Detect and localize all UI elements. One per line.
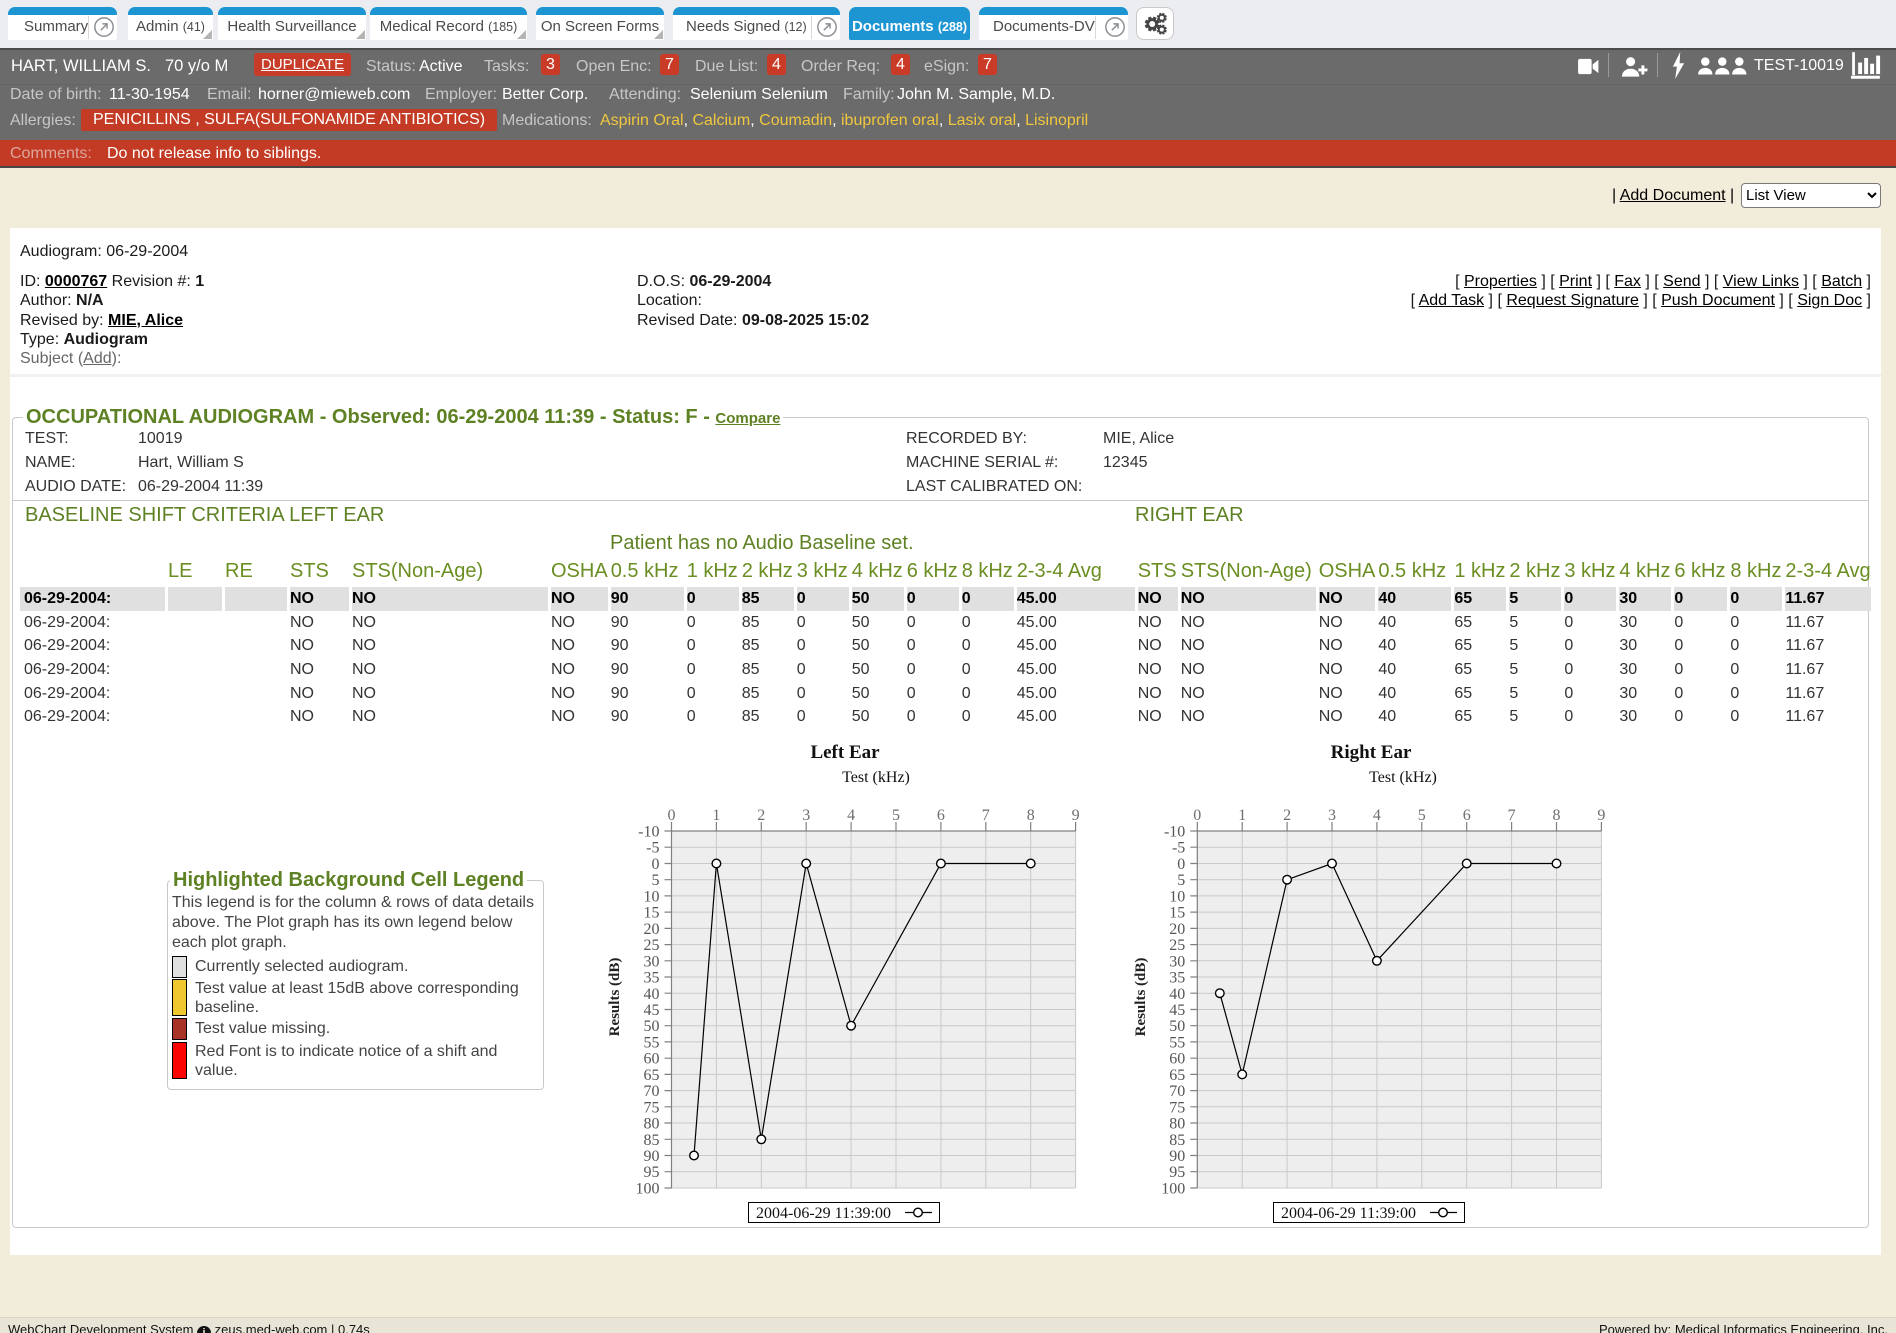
svg-text:30: 30 [1169,953,1185,970]
svg-text:80: 80 [644,1116,660,1133]
svg-text:-5: -5 [1172,840,1185,857]
svg-text:70: 70 [644,1083,660,1100]
svg-text:3: 3 [1328,807,1336,824]
svg-text:5: 5 [1418,807,1426,824]
svg-text:Results (dB): Results (dB) [607,958,623,1037]
svg-text:95: 95 [1169,1164,1185,1181]
svg-text:Left Ear: Left Ear [810,742,880,763]
svg-text:20: 20 [1169,921,1185,938]
svg-text:15: 15 [1169,905,1185,922]
svg-text:Test (kHz): Test (kHz) [1369,769,1437,786]
svg-text:Results (dB): Results (dB) [1133,958,1149,1037]
svg-text:4: 4 [847,807,855,824]
svg-text:85: 85 [644,1132,660,1149]
svg-text:7: 7 [982,807,990,824]
svg-text:-10: -10 [638,824,659,841]
svg-text:80: 80 [1169,1116,1185,1133]
svg-text:55: 55 [644,1034,660,1051]
svg-text:5: 5 [652,872,660,889]
svg-text:5: 5 [1177,872,1185,889]
svg-text:-10: -10 [1164,824,1185,841]
svg-text:9: 9 [1597,807,1605,824]
svg-text:3: 3 [802,807,810,824]
svg-text:35: 35 [1169,970,1185,987]
svg-text:-5: -5 [646,840,659,857]
svg-text:45: 45 [644,1002,660,1019]
svg-text:5: 5 [892,807,900,824]
svg-text:60: 60 [644,1051,660,1068]
svg-text:100: 100 [636,1181,660,1198]
svg-text:1: 1 [1238,807,1246,824]
svg-text:0: 0 [652,856,660,873]
svg-text:75: 75 [644,1099,660,1116]
svg-text:90: 90 [644,1148,660,1165]
svg-text:6: 6 [1463,807,1471,824]
svg-text:10: 10 [1169,888,1185,905]
svg-text:0: 0 [1193,807,1201,824]
svg-text:2: 2 [1283,807,1291,824]
svg-text:20: 20 [644,921,660,938]
svg-text:85: 85 [1169,1132,1185,1149]
svg-text:6: 6 [937,807,945,824]
svg-text:100: 100 [1161,1181,1185,1198]
svg-text:60: 60 [1169,1051,1185,1068]
svg-text:2004-06-29 11:39:00: 2004-06-29 11:39:00 [756,1205,891,1222]
svg-text:2: 2 [757,807,765,824]
svg-text:65: 65 [644,1067,660,1084]
svg-text:90: 90 [1169,1148,1185,1165]
svg-text:65: 65 [1169,1067,1185,1084]
svg-text:Test (kHz): Test (kHz) [842,769,910,786]
svg-text:8: 8 [1553,807,1561,824]
svg-text:2004-06-29 11:39:00: 2004-06-29 11:39:00 [1281,1205,1416,1222]
svg-text:50: 50 [644,1018,660,1035]
svg-text:55: 55 [1169,1034,1185,1051]
svg-text:25: 25 [1169,937,1185,954]
svg-text:95: 95 [644,1164,660,1181]
svg-text:15: 15 [644,905,660,922]
svg-text:45: 45 [1169,1002,1185,1019]
svg-text:0: 0 [668,807,676,824]
svg-text:50: 50 [1169,1018,1185,1035]
svg-text:10: 10 [644,888,660,905]
svg-text:75: 75 [1169,1099,1185,1116]
svg-text:7: 7 [1508,807,1516,824]
svg-text:30: 30 [644,953,660,970]
svg-text:40: 40 [644,986,660,1003]
svg-text:9: 9 [1072,807,1080,824]
svg-text:8: 8 [1027,807,1035,824]
svg-text:25: 25 [644,937,660,954]
svg-text:0: 0 [1177,856,1185,873]
svg-text:4: 4 [1373,807,1381,824]
svg-text:1: 1 [712,807,720,824]
svg-text:40: 40 [1169,986,1185,1003]
svg-text:Right Ear: Right Ear [1331,742,1412,763]
svg-text:70: 70 [1169,1083,1185,1100]
svg-text:35: 35 [644,970,660,987]
